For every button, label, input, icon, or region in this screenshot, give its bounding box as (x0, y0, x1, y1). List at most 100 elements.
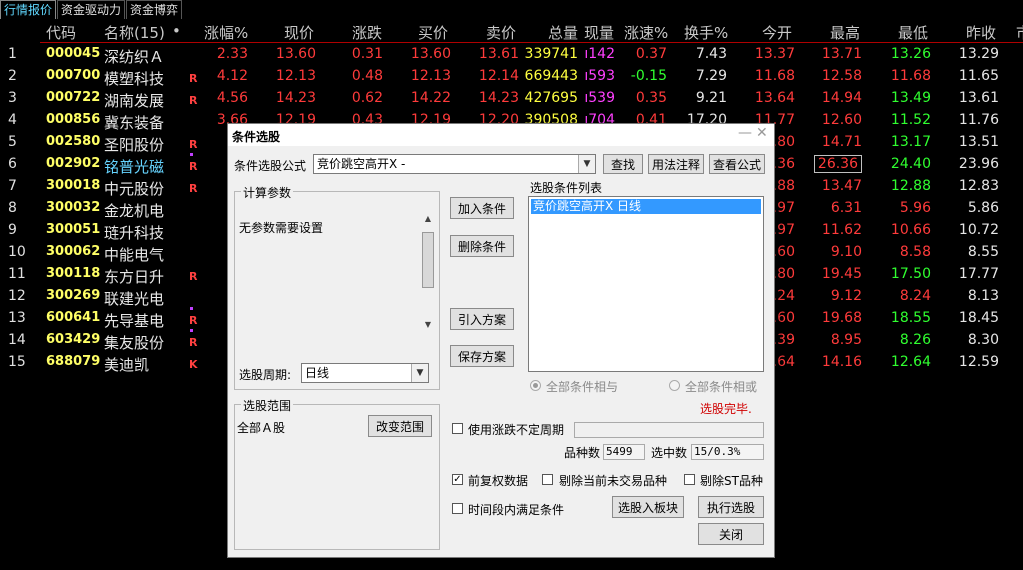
cell-low: 10.66 (890, 222, 931, 238)
dialog-titlebar[interactable]: 条件选股 — ✕ (228, 124, 774, 146)
col-high[interactable]: 最高 (830, 22, 860, 43)
tab-capital-game[interactable]: 资金博弈 (126, 0, 183, 19)
cell-ask: 13.61 (478, 46, 519, 62)
tab-quotes[interactable]: 行情报价 (0, 0, 57, 19)
row-index: 3 (8, 90, 17, 106)
formula-select[interactable]: 竞价跳空高开X - ▼ (313, 154, 596, 174)
col-open[interactable]: 今开 (762, 22, 792, 43)
col-low[interactable]: 最低 (898, 22, 928, 43)
cell-prev-close: 17.77 (958, 266, 999, 282)
col-turnover[interactable]: 换手% (684, 22, 728, 43)
cell-change-pct: 2.33 (216, 46, 248, 62)
cell-name: 模塑科技 (104, 70, 165, 88)
range-value: 全部Ａ股 (237, 421, 286, 435)
col-price[interactable]: 现价 (284, 22, 314, 43)
range-group-title: 选股范围 (241, 397, 294, 414)
period-field[interactable] (574, 422, 764, 438)
col-change-pct[interactable]: 涨幅% (204, 22, 248, 43)
use-period-checkbox[interactable] (452, 423, 463, 434)
radio-or[interactable] (669, 380, 680, 391)
scroll-thumb[interactable] (422, 232, 434, 288)
cell-change: 0.31 (351, 46, 383, 62)
cell-prev-close: 5.86 (967, 200, 999, 216)
table-row[interactable]: 1 000045 深纺织Ａ 2.33 13.60 0.31 13.60 13.61 339741… (0, 44, 1023, 66)
cell-volume: 339741 (524, 46, 578, 62)
cell-low: 5.96 (899, 200, 931, 216)
radio-and[interactable] (530, 380, 541, 391)
cell-code: 000722 (46, 90, 101, 105)
chevron-down-icon[interactable]: ▼ (411, 364, 428, 382)
table-row[interactable]: 2 000700 模塑科技 R 4.12 12.13 0.48 12.13 12.14 66944… (0, 66, 1023, 88)
cell-code: 688079 (46, 354, 101, 369)
status-text: 选股完毕. (700, 402, 752, 416)
cell-high: 12.58 (821, 68, 862, 84)
cell-speed: -0.15 (630, 68, 667, 84)
params-group-title: 计算参数 (241, 184, 294, 201)
cell-low: 13.26 (890, 46, 931, 62)
time-cond-label: 时间段内满足条件 (468, 503, 565, 517)
col-dot: • (172, 22, 181, 40)
close-button[interactable]: 关闭 (698, 523, 764, 545)
add-condition-button[interactable]: 加入条件 (450, 197, 514, 219)
view-formula-button[interactable]: 查看公式 (709, 154, 765, 174)
cell-prev-close: 13.61 (958, 90, 999, 106)
cell-flag: R (189, 270, 198, 283)
cell-code: 002902 (46, 156, 101, 171)
to-block-button[interactable]: 选股入板块 (612, 496, 684, 518)
quote-table-header: 代码 名称(15) • 涨幅% 现价 涨跌 买价 卖价 总量 现量 涨速% 换手… (0, 20, 1023, 42)
condition-list[interactable]: 竞价跳空高开X 日线 (528, 196, 764, 372)
table-row[interactable]: 3 000722 湖南发展 R 4.56 14.23 0.62 14.22 14.23 42769… (0, 88, 1023, 110)
cell-name: 冀东装备 (104, 114, 165, 132)
usage-notes-button[interactable]: 用法注释 (648, 154, 704, 174)
count-field: 5499 (603, 444, 645, 460)
time-cond-checkbox[interactable] (452, 503, 463, 514)
change-range-button[interactable]: 改变范围 (368, 415, 432, 437)
save-plan-button[interactable]: 保存方案 (450, 345, 514, 367)
cell-high: 12.60 (821, 112, 862, 128)
import-plan-button[interactable]: 引入方案 (450, 308, 514, 330)
cell-code: 300062 (46, 244, 101, 259)
col-code[interactable]: 代码 (46, 22, 76, 43)
cell-name: 铭普光磁 (104, 158, 165, 176)
col-speed[interactable]: 涨速% (624, 22, 668, 43)
col-extra[interactable]: 市 (1016, 22, 1023, 43)
row-index: 8 (8, 200, 17, 216)
exclude-suspend-checkbox[interactable] (542, 474, 553, 485)
delete-condition-button[interactable]: 删除条件 (450, 235, 514, 257)
cell-name: 圣阳股份 (104, 136, 165, 154)
col-change[interactable]: 涨跌 (352, 22, 382, 43)
params-scrollbar[interactable]: ▲ ▼ (421, 214, 435, 334)
col-name[interactable]: 名称(15) (104, 22, 165, 43)
execute-button[interactable]: 执行选股 (698, 496, 764, 518)
condition-list-label: 选股条件列表 (530, 181, 603, 195)
col-prev-close[interactable]: 昨收 (966, 22, 996, 43)
cell-turnover: 7.29 (695, 68, 727, 84)
col-current-volume[interactable]: 现量 (584, 22, 614, 43)
chevron-down-icon[interactable]: ▼ (578, 155, 595, 173)
cell-open: .80 (772, 266, 795, 282)
cell-open: .24 (772, 288, 795, 304)
cell-current-volume: ı593 (584, 68, 615, 84)
close-icon[interactable]: ✕ (756, 125, 768, 141)
cell-code: 000700 (46, 68, 101, 83)
rehab-checkbox[interactable]: ✓ (452, 474, 463, 485)
col-ask[interactable]: 卖价 (486, 22, 516, 43)
cell-prev-close: 23.96 (958, 156, 999, 172)
row-index: 2 (8, 68, 17, 84)
cell-open: .36 (772, 156, 795, 172)
period-select[interactable]: 日线 ▼ (301, 363, 429, 383)
top-tabs: 行情报价 资金驱动力 资金博弈 (0, 0, 184, 20)
cell-open: .60 (772, 310, 795, 326)
scroll-down-icon[interactable]: ▼ (421, 320, 435, 332)
range-group: 选股范围 全部Ａ股 改变范围 (234, 397, 440, 550)
find-button[interactable]: 查找 (603, 154, 643, 174)
col-volume[interactable]: 总量 (548, 22, 578, 43)
col-bid[interactable]: 买价 (418, 22, 448, 43)
scroll-up-icon[interactable]: ▲ (421, 214, 435, 226)
tab-capital-drive[interactable]: 资金驱动力 (57, 0, 126, 19)
exclude-st-checkbox[interactable] (684, 474, 695, 485)
cell-name: 琏升科技 (104, 224, 165, 242)
cell-prev-close: 8.55 (967, 244, 999, 260)
minimize-icon[interactable]: — (738, 125, 752, 141)
condition-list-item[interactable]: 竞价跳空高开X 日线 (531, 199, 761, 214)
